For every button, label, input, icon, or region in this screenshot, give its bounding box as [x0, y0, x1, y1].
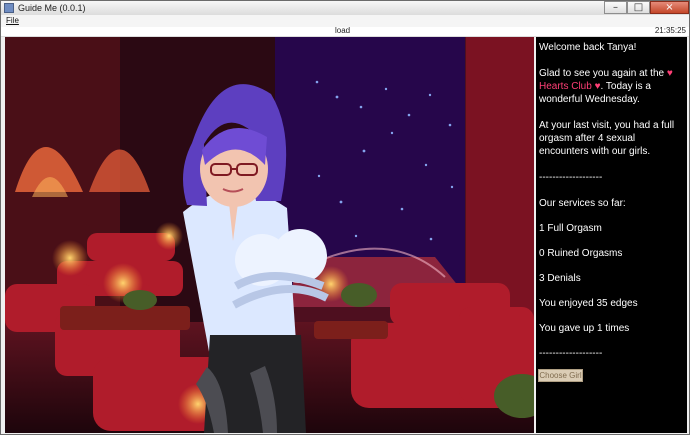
status-bar: load 21:35:25: [1, 26, 689, 37]
services-heading: Our services so far:: [539, 198, 626, 209]
stat-ruined-orgasms: 0 Ruined Orgasms: [539, 248, 623, 259]
choose-girl-button[interactable]: Choose Girl: [538, 369, 583, 382]
stat-denials: 3 Denials: [539, 273, 581, 284]
scene-image: [5, 37, 534, 433]
app-window: Guide Me (0.0.1) – □ × File load 21:35:2…: [0, 0, 690, 435]
title-bar[interactable]: Guide Me (0.0.1) – □ ×: [1, 1, 689, 16]
divider-bottom: -------------------: [539, 348, 603, 359]
info-panel: Welcome back Tanya! Glad to see you agai…: [536, 37, 687, 433]
minimize-button[interactable]: –: [604, 1, 627, 14]
stat-gave-up: You gave up 1 times: [539, 323, 630, 334]
greeting-text: Welcome back Tanya!: [539, 42, 637, 53]
intro-text: Glad to see you again at the ♥ Hearts Cl…: [539, 67, 683, 106]
intro-before: Glad to see you again at the: [539, 68, 665, 79]
last-visit-text: At your last visit, you had a full orgas…: [539, 120, 675, 157]
maximize-button[interactable]: □: [627, 1, 650, 14]
nightclub-illustration: [5, 37, 534, 433]
stat-full-orgasm: 1 Full Orgasm: [539, 223, 602, 234]
window-title: Guide Me (0.0.1): [18, 3, 86, 13]
app-window-icon: [4, 3, 14, 13]
divider-top: -------------------: [539, 172, 603, 183]
stat-edges: You enjoyed 35 edges: [539, 298, 638, 309]
menu-file[interactable]: File: [6, 15, 19, 27]
close-button[interactable]: ×: [650, 1, 689, 14]
status-text: load: [335, 26, 351, 35]
clock: 21:35:25: [654, 26, 686, 35]
